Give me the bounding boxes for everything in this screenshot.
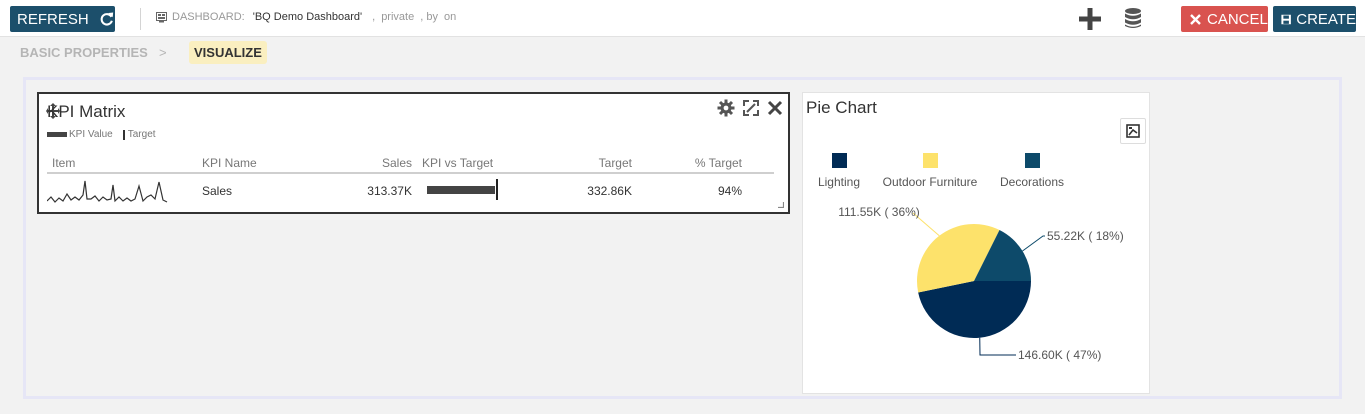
dashboard-on: on xyxy=(443,11,457,23)
dashboard-name: 'BQ Demo Dashboard' xyxy=(252,11,363,23)
resize-handle-icon[interactable] xyxy=(778,202,784,208)
legend-target-label: Target xyxy=(127,129,156,140)
leader-line-0 xyxy=(979,337,1016,356)
kpi-target-marker xyxy=(496,179,498,200)
refresh-button[interactable]: REFRESH xyxy=(10,6,115,32)
column-header-kpi-vs-target[interactable]: KPI vs Target xyxy=(422,156,493,170)
data-label-1: 111.55K ( 36%) xyxy=(838,205,920,219)
close-icon[interactable] xyxy=(767,100,783,116)
expand-icon[interactable] xyxy=(743,100,759,116)
pie-chart-widget[interactable]: Pie Chart Lighting Outdoor Furniture Decor… xyxy=(802,92,1150,394)
create-label: CREATE xyxy=(1296,10,1356,28)
legend-swatch-0 xyxy=(832,153,847,168)
breadcrumb-visualize[interactable]: VISUALIZE xyxy=(189,41,267,64)
refresh-icon xyxy=(100,12,113,26)
legend-kpi-value-label: KPI Value xyxy=(69,129,113,140)
toolbar-divider xyxy=(140,8,141,30)
dashboard-by: , by xyxy=(420,11,438,23)
pie-chart: Lighting Outdoor Furniture Decorations 146.… xyxy=(818,153,1124,362)
datasource-icon[interactable] xyxy=(1124,7,1142,29)
close-icon xyxy=(1190,13,1201,25)
breadcrumb-basic-properties[interactable]: BASIC PROPERTIES xyxy=(20,45,148,60)
target-cell: 332.86K xyxy=(587,184,632,198)
kpi-table: Item KPI Name Sales KPI vs Target Target… xyxy=(47,152,774,206)
kpi-name-cell: Sales xyxy=(202,184,233,198)
sparkline xyxy=(47,180,168,203)
top-toolbar: REFRESH DASHBOARD: 'BQ Demo Dashboard' ,… xyxy=(0,0,1365,37)
dashboard-comma: , xyxy=(372,11,376,23)
legend-label-0: Lighting xyxy=(818,175,860,189)
settings-icon[interactable] xyxy=(717,99,735,117)
cancel-button[interactable]: CANCEL xyxy=(1181,6,1268,32)
create-button[interactable]: CREATE xyxy=(1273,6,1356,32)
column-header-pct-target[interactable]: % Target xyxy=(695,156,742,170)
widget-title: KPI Matrix xyxy=(47,102,126,121)
breadcrumb-separator: > xyxy=(159,45,167,60)
kpi-value-bar xyxy=(427,186,495,194)
sales-cell: 313.37K xyxy=(367,184,412,198)
table-header: Item KPI Name Sales KPI vs Target Target… xyxy=(47,152,774,174)
kpi-legend: KPI Value Target xyxy=(47,129,156,140)
legend-kpi-value-swatch xyxy=(47,132,67,137)
dashboard-label: DASHBOARD: xyxy=(172,11,245,23)
add-widget-icon[interactable] xyxy=(1078,7,1102,31)
widget-toolbar xyxy=(709,99,783,117)
legend-swatch-1 xyxy=(923,153,938,168)
cancel-label: CANCEL xyxy=(1207,10,1268,28)
column-header-kpi-name[interactable]: KPI Name xyxy=(202,156,257,170)
legend-label-1: Outdoor Furniture xyxy=(883,175,978,189)
legend-target-swatch xyxy=(122,129,125,140)
column-header-target[interactable]: Target xyxy=(599,156,632,170)
dashboard-icon xyxy=(156,11,167,22)
pie-slice-0 xyxy=(918,281,1031,338)
kpi-matrix-widget[interactable]: KPI Matrix KPI Value Target Item KPI Nam… xyxy=(37,92,790,214)
column-header-sales[interactable]: Sales xyxy=(382,156,412,170)
leader-line-2 xyxy=(1022,235,1045,252)
pct-target-cell: 94% xyxy=(717,184,742,198)
legend-label-2: Decorations xyxy=(1000,175,1064,189)
refresh-label: REFRESH xyxy=(17,10,89,28)
table-row[interactable]: Sales 313.37K 332.86K 94% xyxy=(47,174,774,206)
column-header-item[interactable]: Item xyxy=(52,156,75,170)
dashboard-info: DASHBOARD: 'BQ Demo Dashboard' , private… xyxy=(156,11,462,23)
dashboard-visibility: private xyxy=(381,11,415,23)
data-label-0: 146.60K ( 47%) xyxy=(1018,348,1101,362)
save-icon xyxy=(1281,14,1291,24)
legend-swatch-2 xyxy=(1025,153,1040,168)
data-label-2: 55.22K ( 18%) xyxy=(1047,229,1124,243)
